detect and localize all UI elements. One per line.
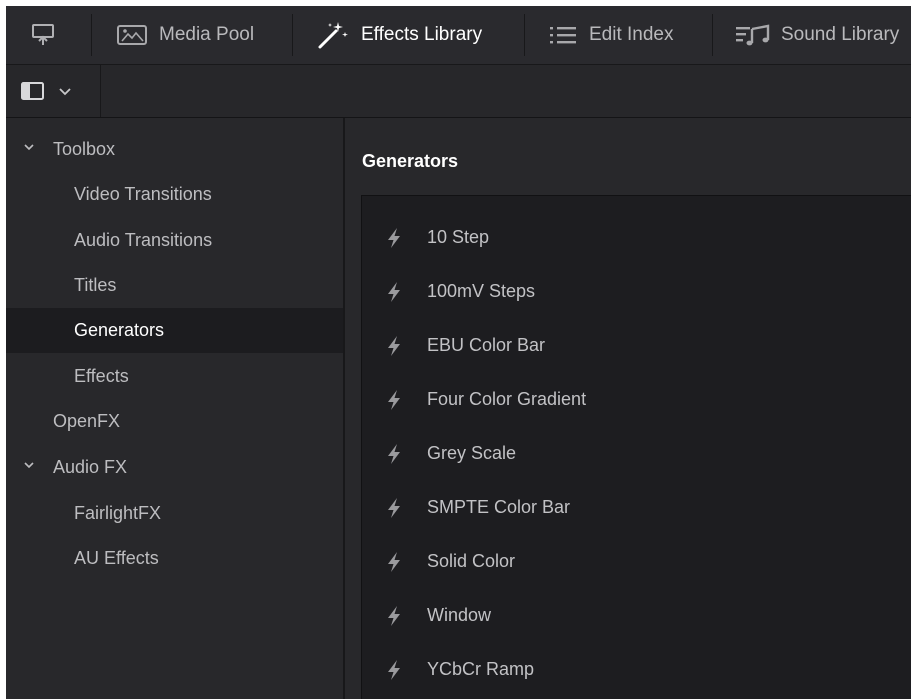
tree-item-video-transitions[interactable]: Video Transitions — [6, 172, 343, 217]
tab-media-pool[interactable]: Media Pool — [116, 6, 254, 64]
generators-panel: Generators 10 Step 100mV Steps EBU Color… — [345, 118, 911, 699]
lightning-bolt-icon — [388, 498, 400, 518]
list-item-label: YCbCr Ramp — [427, 658, 535, 679]
tree-item-label: Audio FX — [53, 457, 128, 477]
list-item-window[interactable]: Window — [362, 588, 911, 642]
list-item-label: 10 Step — [427, 226, 490, 247]
lightning-bolt-icon — [388, 552, 400, 572]
tree-item-label: AU Effects — [74, 548, 159, 568]
tab-media-pool-label: Media Pool — [159, 24, 255, 45]
list-item-label: EBU Color Bar — [427, 334, 546, 355]
list-item-ycbcr-ramp[interactable]: YCbCr Ramp — [362, 642, 911, 696]
tree-item-label: Generators — [74, 320, 165, 340]
list-item-solid-color[interactable]: Solid Color — [362, 534, 911, 588]
tree-item-generators[interactable]: Generators — [6, 308, 343, 353]
music-list-icon — [736, 24, 770, 46]
list-item-ebu-color-bar[interactable]: EBU Color Bar — [362, 318, 911, 372]
tree-item-label: Toolbox — [53, 139, 116, 159]
list-item-label: Window — [427, 604, 492, 625]
tree-item-titles[interactable]: Titles — [6, 263, 343, 308]
chevron-down-icon — [24, 462, 34, 469]
lightning-bolt-icon — [388, 282, 400, 302]
tree-item-openfx[interactable]: OpenFX — [6, 399, 343, 444]
effects-library-window: Media Pool Effects Library Edit Index So… — [6, 6, 911, 699]
tree-item-audio-transitions[interactable]: Audio Transitions — [6, 218, 343, 263]
tree-item-fairlightfx[interactable]: FairlightFX — [6, 491, 343, 536]
tab-effects-library-label: Effects Library — [361, 24, 483, 45]
tab-edit-index-label: Edit Index — [589, 24, 674, 45]
tab-edit-index[interactable]: Edit Index — [548, 6, 674, 64]
sidebar-layout-icon — [21, 82, 44, 100]
tab-effects-library[interactable]: Effects Library — [316, 6, 482, 64]
lightning-bolt-icon — [388, 336, 400, 356]
image-icon — [117, 25, 147, 45]
tree-item-label: Audio Transitions — [74, 230, 213, 250]
tree-item-label: Titles — [74, 275, 117, 295]
chevron-down-icon — [59, 88, 71, 96]
tab-sound-library-label: Sound Library — [781, 24, 900, 45]
list-item-label: SMPTE Color Bar — [427, 496, 571, 517]
list-item-100mv-steps[interactable]: 100mV Steps — [362, 264, 911, 318]
effects-tree-panel: Toolbox Video Transitions Audio Transiti… — [6, 118, 345, 699]
tab-sound-library[interactable]: Sound Library — [734, 6, 899, 64]
tree-item-au-effects[interactable]: AU Effects — [6, 536, 343, 581]
list-item-label: 100mV Steps — [427, 280, 536, 301]
view-options-bar — [6, 65, 911, 118]
list-item-grey-scale[interactable]: Grey Scale — [362, 426, 911, 480]
list-icon — [550, 27, 576, 44]
generators-list: 10 Step 100mV Steps EBU Color Bar Four C… — [361, 195, 911, 699]
list-item-label: Grey Scale — [427, 442, 517, 463]
tree-item-label: OpenFX — [53, 411, 121, 431]
list-item-label: Four Color Gradient — [427, 388, 587, 409]
panel-title: Generators — [362, 151, 459, 171]
panel-toolbar: Media Pool Effects Library Edit Index So… — [6, 6, 911, 65]
tree-item-label: Effects — [74, 366, 129, 386]
sidebar-toggle-dropdown[interactable] — [20, 78, 80, 104]
list-item-smpte-color-bar[interactable]: SMPTE Color Bar — [362, 480, 911, 534]
lightning-bolt-icon — [388, 660, 400, 680]
tree-item-label: FairlightFX — [74, 503, 162, 523]
monitor-icon — [32, 24, 54, 45]
lightning-bolt-icon — [388, 606, 400, 626]
lightning-bolt-icon — [388, 390, 400, 410]
list-item-label: Solid Color — [427, 550, 516, 571]
chevron-down-icon — [24, 144, 34, 151]
tree-item-label: Video Transitions — [74, 184, 212, 204]
tree-item-toolbox[interactable]: Toolbox — [6, 127, 343, 172]
list-item-four-color-gradient[interactable]: Four Color Gradient — [362, 372, 911, 426]
toggle-panel-button[interactable] — [30, 6, 56, 64]
list-item-10-step[interactable]: 10 Step — [362, 210, 911, 264]
magic-wand-icon — [318, 22, 348, 49]
tree-item-effects[interactable]: Effects — [6, 354, 343, 399]
tree-item-audio-fx[interactable]: Audio FX — [6, 445, 343, 490]
lightning-bolt-icon — [388, 444, 400, 464]
lightning-bolt-icon — [388, 228, 400, 248]
